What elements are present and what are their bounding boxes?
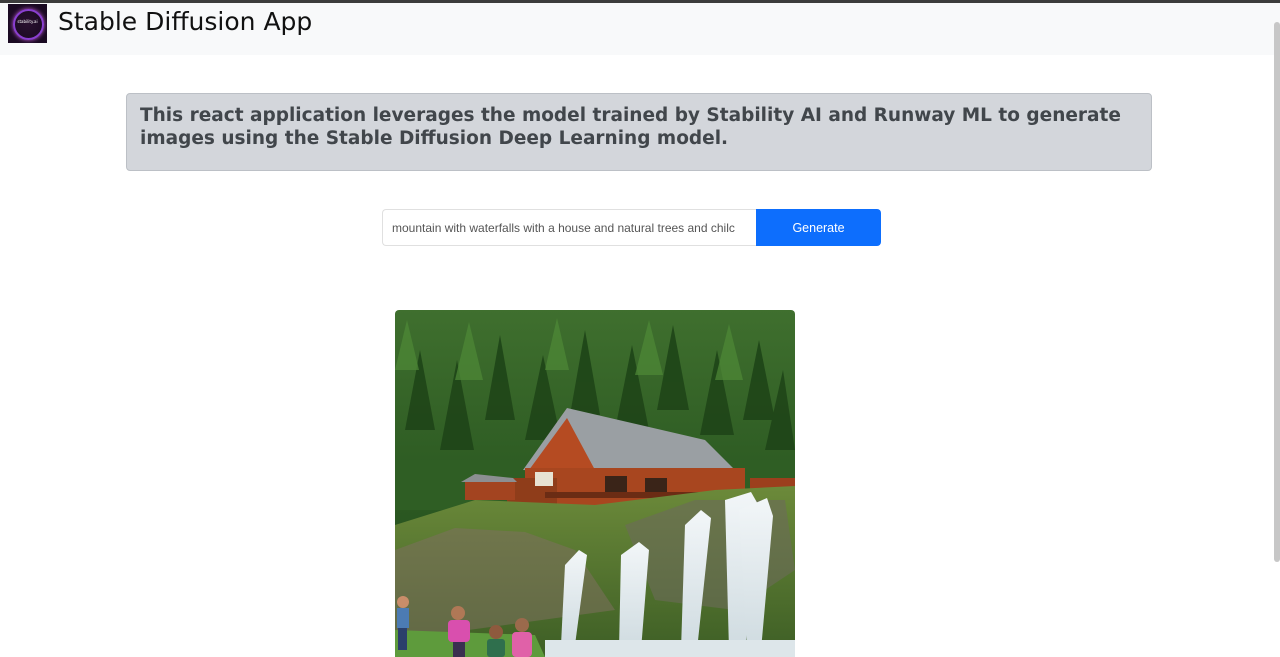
generated-image <box>395 310 795 657</box>
stability-logo[interactable]: stability.ai <box>8 4 47 43</box>
app-title[interactable]: Stable Diffusion App <box>58 7 312 36</box>
logo-ring-icon <box>13 9 44 40</box>
vertical-scrollbar[interactable] <box>1274 22 1280 562</box>
generated-image-art <box>395 310 795 657</box>
intro-alert: This react application leverages the mod… <box>126 93 1152 171</box>
generate-button[interactable]: Generate <box>756 209 881 246</box>
logo-text: stability.ai <box>17 19 38 24</box>
prompt-input[interactable] <box>382 209 756 246</box>
navbar: stability.ai Stable Diffusion App <box>0 3 1280 55</box>
